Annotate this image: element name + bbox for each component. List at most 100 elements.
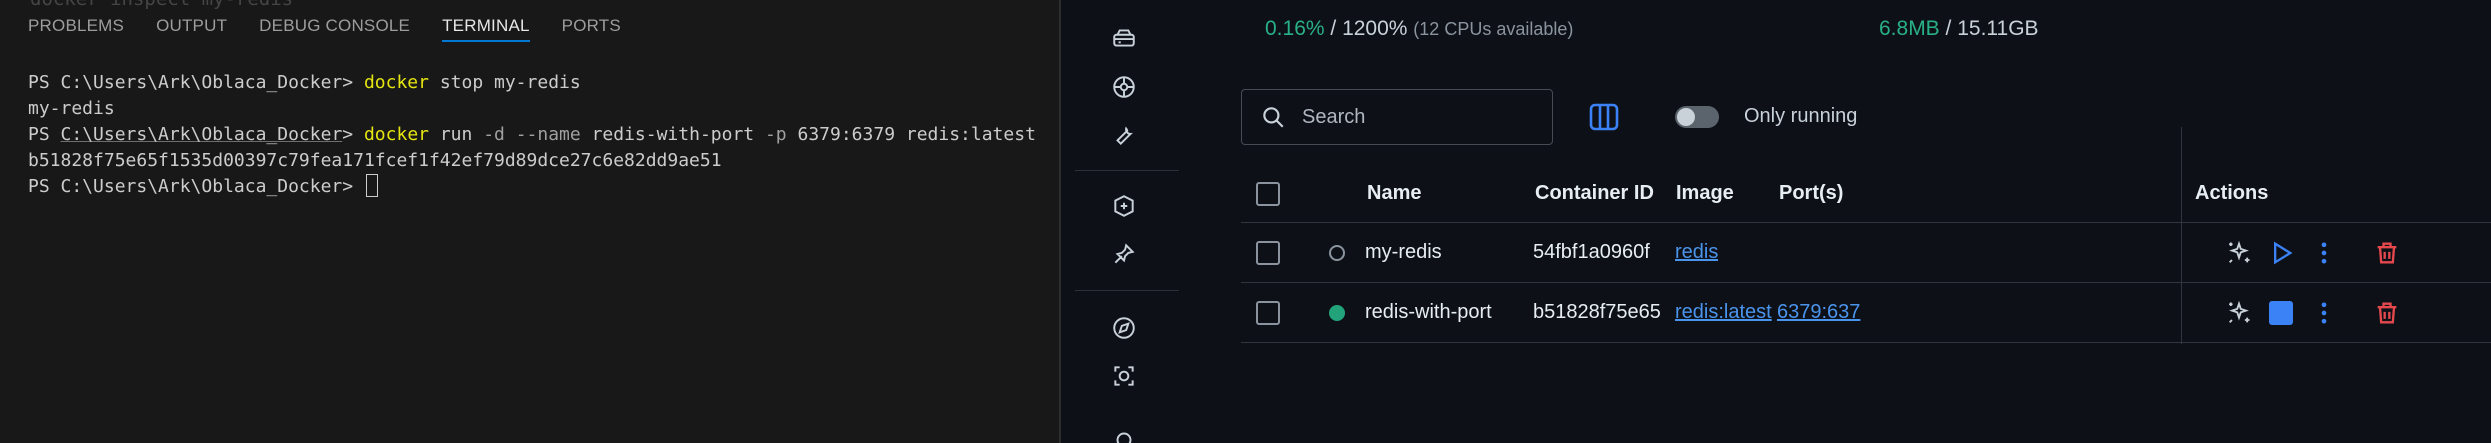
- cpu-max: 1200%: [1342, 17, 1408, 40]
- row-checkbox[interactable]: [1256, 240, 1280, 265]
- col-ports[interactable]: Port(s): [1779, 165, 1843, 222]
- terminal-line: PS C:\Users\Ark\Oblaca_Docker> docker st…: [28, 70, 1059, 96]
- only-running-toggle[interactable]: [1675, 106, 1719, 128]
- delete-button[interactable]: [2367, 223, 2407, 282]
- container-id: b51828f75e65: [1533, 301, 1661, 323]
- status-cell: [1329, 223, 1345, 282]
- prompt: PS C:\Users\Ark\Oblaca_Docker>: [28, 72, 364, 93]
- image-link[interactable]: redis: [1675, 241, 1718, 264]
- row-select-cell: [1256, 283, 1280, 342]
- table-row[interactable]: my-redis 54fbf1a0960f redis: [1241, 223, 2491, 283]
- tools-icon[interactable]: [1109, 425, 1139, 443]
- container-name[interactable]: my-redis: [1365, 223, 1442, 282]
- columns-icon: [1589, 103, 1619, 131]
- cpu-usage: 0.16% / 1200% (12 CPUs available): [1265, 17, 1573, 41]
- memory-usage: 6.8MB / 15.11GB: [1879, 17, 2039, 41]
- dashboard-icon[interactable]: [1109, 23, 1139, 53]
- terminal-output: my-redis: [28, 98, 115, 119]
- containers-table: Name Container ID Image Port(s) Actions …: [1241, 127, 2491, 344]
- more-actions-button[interactable]: [2304, 283, 2344, 342]
- ports-cell: 6379:637: [1777, 283, 1879, 342]
- build-icon[interactable]: [1109, 120, 1139, 150]
- sparkles-icon: [2229, 300, 2250, 323]
- tab-debug-console[interactable]: DEBUG CONSOLE: [243, 0, 426, 52]
- row-select-cell: [1256, 223, 1280, 282]
- terminal-line: PS C:\Users\Ark\Oblaca_Docker>: [28, 174, 1059, 200]
- command-sub: run: [429, 124, 484, 145]
- ask-gordon-button[interactable]: [2219, 283, 2259, 342]
- select-all-checkbox[interactable]: [1256, 181, 1280, 206]
- tab-output[interactable]: OUTPUT: [140, 0, 243, 52]
- tab-problems[interactable]: PROBLEMS: [28, 0, 140, 52]
- col-image[interactable]: Image: [1676, 165, 1734, 222]
- tab-terminal[interactable]: TERMINAL: [426, 0, 546, 52]
- stop-icon: [2269, 300, 2293, 325]
- panel-tabs: PROBLEMS OUTPUT DEBUG CONSOLE TERMINAL P…: [0, 0, 1059, 52]
- cpu-sep: /: [1324, 17, 1343, 40]
- kebab-menu-icon: [2321, 242, 2327, 263]
- ports-and-image: 6379:6379 redis:latest: [786, 124, 1036, 145]
- docker-containers-view: 0.16% / 1200% (12 CPUs available) 6.8MB …: [1193, 0, 2491, 443]
- status-running-icon: [1329, 304, 1345, 321]
- flag-d: -d: [483, 124, 505, 145]
- trash-icon: [2377, 302, 2397, 323]
- port-link[interactable]: 6379:637: [1777, 301, 1860, 324]
- stop-button[interactable]: [2261, 283, 2301, 342]
- trash-icon: [2377, 242, 2397, 263]
- prompt-gt: >: [342, 124, 364, 145]
- memory-sep: /: [1939, 17, 1958, 40]
- container-name[interactable]: redis-with-port: [1365, 283, 1492, 342]
- image-cell: redis:latest: [1675, 283, 1772, 342]
- more-actions-button[interactable]: [2304, 223, 2344, 282]
- rail-separator: [1075, 170, 1179, 171]
- cpu-note: (12 CPUs available): [1413, 19, 1574, 39]
- command-args: stop my-redis: [428, 72, 581, 93]
- kebab-menu-icon: [2321, 302, 2327, 323]
- command-keyword: docker: [363, 72, 429, 93]
- memory-value: 6.8MB: [1879, 17, 1940, 40]
- col-container-id[interactable]: Container ID: [1535, 165, 1654, 222]
- row-checkbox[interactable]: [1256, 300, 1280, 325]
- status-cell: [1329, 283, 1345, 342]
- flag-name: --name: [504, 124, 581, 145]
- search-icon: [1263, 107, 1284, 128]
- learning-icon[interactable]: [1109, 313, 1139, 343]
- scout-icon[interactable]: [1109, 239, 1139, 269]
- command-keyword: docker: [363, 124, 429, 145]
- prompt-path-link[interactable]: C:\Users\Ark\Oblaca_Docker: [61, 124, 343, 145]
- table-row[interactable]: redis-with-port b51828f75e65 redis:lates…: [1241, 283, 2491, 343]
- delete-button[interactable]: [2367, 283, 2407, 342]
- search-input[interactable]: [1302, 105, 1532, 129]
- image-link[interactable]: redis:latest: [1675, 301, 1772, 324]
- flag-name-value: redis-with-port: [580, 124, 765, 145]
- prompt: PS C:\Users\Ark\Oblaca_Docker>: [28, 176, 364, 197]
- ask-gordon-button[interactable]: [2219, 223, 2259, 282]
- col-actions: Actions: [2195, 182, 2269, 204]
- table-header: Name Container ID Image Port(s) Actions: [1241, 165, 2491, 223]
- play-icon: [2274, 241, 2293, 264]
- vscode-panel: docker inspect my-redis PROBLEMS OUTPUT …: [0, 0, 1059, 443]
- prompt-ps: PS: [28, 124, 61, 145]
- search-box[interactable]: [1241, 89, 1553, 145]
- containers-icon[interactable]: [1109, 72, 1139, 102]
- only-running-label: Only running: [1744, 105, 1858, 127]
- terminal-line: PS C:\Users\Ark\Oblaca_Docker> docker ru…: [28, 122, 1059, 148]
- memory-max: 15.11GB: [1957, 17, 2039, 40]
- volumes-icon[interactable]: [1109, 361, 1139, 391]
- col-name[interactable]: Name: [1367, 165, 1421, 222]
- docker-sidebar: [1061, 0, 1193, 443]
- toggle-knob: [1677, 108, 1695, 126]
- select-all-cell: [1256, 165, 1280, 222]
- container-id: 54fbf1a0960f: [1533, 241, 1650, 263]
- sparkles-icon: [2229, 240, 2250, 263]
- status-stopped-icon: [1329, 244, 1345, 261]
- terminal-cursor: [365, 174, 378, 197]
- columns-toggle-button[interactable]: [1586, 101, 1622, 133]
- rail-separator: [1075, 290, 1179, 291]
- tab-ports[interactable]: PORTS: [546, 0, 637, 52]
- start-button[interactable]: [2261, 223, 2301, 282]
- flag-p: -p: [764, 124, 787, 145]
- terminal[interactable]: PS C:\Users\Ark\Oblaca_Docker> docker st…: [28, 70, 1059, 200]
- terminal-output: b51828f75e65f1535d00397c79fea171fcef1f42…: [28, 150, 722, 171]
- extensions-icon[interactable]: [1109, 191, 1139, 221]
